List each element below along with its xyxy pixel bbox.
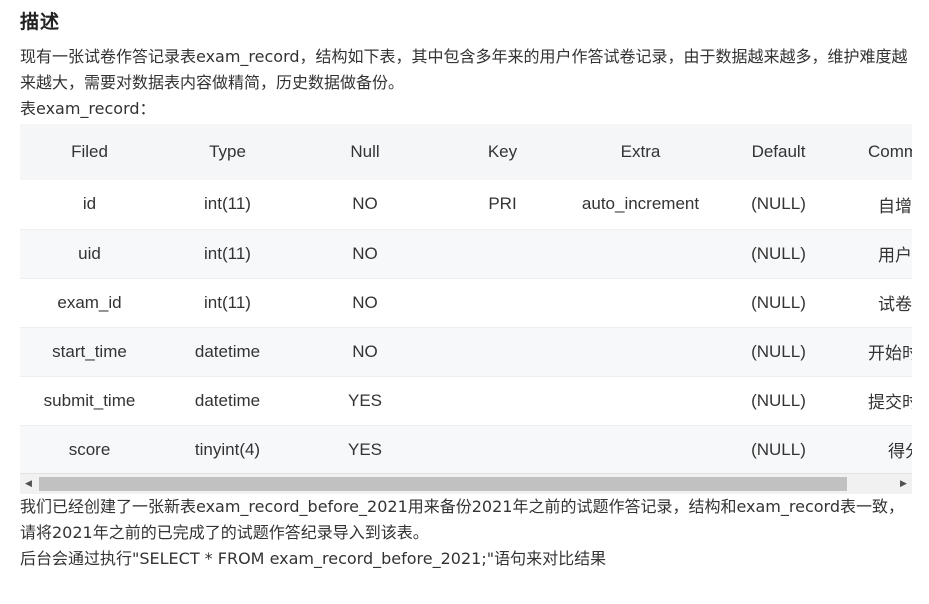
cell-comment: 开始时间 [868,344,912,363]
cell-default: (NULL) [751,292,806,312]
backup-instructions: 我们已经创建了一张新表exam_record_before_2021用来备份20… [20,497,904,542]
table-row: uid int(11) NO (NULL) 用户ID [20,229,912,278]
cell-comment: 试卷ID [878,295,912,314]
horizontal-scrollbar[interactable]: ◀ ▶ [20,473,912,494]
table-caption: 表exam_record： [20,99,156,118]
table-row: exam_id int(11) NO (NULL) 试卷ID [20,278,912,327]
cell-default: (NULL) [751,243,806,263]
header-filed: Filed [71,142,108,161]
cell-type: int(11) [204,243,251,263]
cell-field: exam_id [57,292,122,312]
cell-null: YES [347,439,383,459]
cell-default: (NULL) [751,390,806,410]
cell-null: YES [347,390,383,410]
scroll-left-icon[interactable]: ◀ [20,474,37,494]
table-row: submit_time datetime YES (NULL) 提交时间 [20,376,912,425]
cell-field: score [68,439,111,459]
cell-key [434,376,571,425]
cell-comment: 得分 [888,442,912,461]
cell-comment: 自增ID [878,196,912,216]
cell-null: NO [352,292,378,312]
cell-extra [571,278,710,327]
header-comment: Comment [868,142,912,161]
schema-table-container[interactable]: Filed Type Null Key Extra Default Commen… [20,124,912,473]
header-extra: Extra [620,142,661,161]
header-default: Default [751,142,806,161]
cell-field: id [82,194,97,214]
cell-type: tinyint(4) [194,439,261,459]
verification-note: 后台会通过执行"SELECT * FROM exam_record_before… [20,549,607,568]
cell-type: int(11) [204,292,251,312]
cell-comment: 用户ID [878,246,912,265]
cell-null: NO [352,243,378,263]
cell-extra [571,376,710,425]
cell-type: datetime [194,390,261,410]
cell-extra [571,229,710,278]
cell-key [434,229,571,278]
cell-extra: auto_increment [581,194,700,214]
cell-default: (NULL) [751,439,806,459]
cell-comment: 提交时间 [868,393,912,412]
header-type: Type [209,142,246,161]
cell-default: (NULL) [751,341,806,361]
section-title: 描述 [20,11,61,33]
cell-key [434,425,571,473]
cell-field: uid [78,243,101,263]
schema-table: Filed Type Null Key Extra Default Commen… [20,124,912,473]
cell-null: NO [352,341,378,361]
table-header-row: Filed Type Null Key Extra Default Commen… [20,124,912,180]
table-row: id int(11) NO PRI auto_increment (NULL) … [20,180,912,229]
scrollbar-thumb[interactable] [39,477,847,491]
cell-field: submit_time [43,390,136,410]
cell-key [434,327,571,376]
cell-key [434,278,571,327]
cell-default: (NULL) [751,194,806,214]
cell-key: PRI [488,194,517,214]
cell-extra [571,425,710,473]
scroll-right-icon[interactable]: ▶ [895,474,912,494]
header-null: Null [350,142,380,161]
cell-type: int(11) [204,194,251,214]
cell-null: NO [352,194,378,214]
cell-extra [571,327,710,376]
header-key: Key [487,142,518,161]
cell-type: datetime [194,341,261,361]
table-row: start_time datetime NO (NULL) 开始时间 [20,327,912,376]
intro-text: 现有一张试卷作答记录表exam_record，结构如下表，其中包含多年来的用户作… [20,47,908,92]
cell-field: start_time [52,341,127,361]
table-row: score tinyint(4) YES (NULL) 得分 [20,425,912,473]
